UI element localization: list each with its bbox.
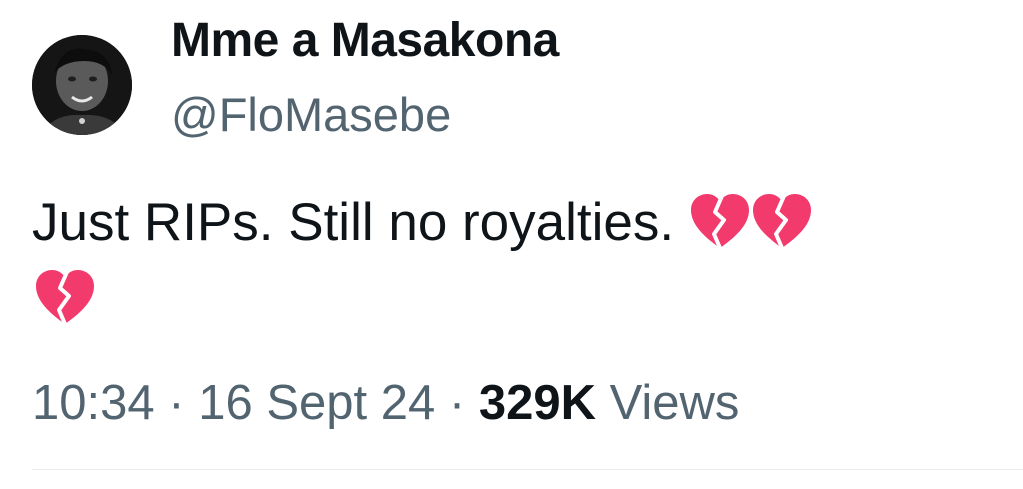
tweet-meta: 10:34 · 16 Sept 24 · 329K Views xyxy=(32,370,739,436)
views-count[interactable]: 329K xyxy=(479,376,596,430)
meta-separator: · xyxy=(168,376,185,430)
broken-heart-icon xyxy=(34,268,96,326)
broken-heart-icon xyxy=(689,192,751,250)
tweet-date[interactable]: 16 Sept 24 xyxy=(198,376,435,430)
meta-separator: · xyxy=(448,376,466,430)
tweet-text: Just RIPs. Still no royalties. xyxy=(32,185,1017,337)
broken-heart-icon xyxy=(751,192,813,250)
avatar[interactable] xyxy=(32,35,132,135)
author-handle[interactable]: @FloMasebe xyxy=(171,84,451,146)
views-label: Views xyxy=(609,376,740,430)
tweet-time[interactable]: 10:34 xyxy=(32,376,155,430)
avatar-photo xyxy=(32,35,132,135)
tweet-text-body: Just RIPs. Still no royalties. xyxy=(32,193,675,252)
author-display-name[interactable]: Mme a Masakona xyxy=(171,8,559,74)
tweet-card: Mme a Masakona @FloMasebe Just RIPs. Sti… xyxy=(0,0,1023,489)
divider xyxy=(32,469,1023,470)
